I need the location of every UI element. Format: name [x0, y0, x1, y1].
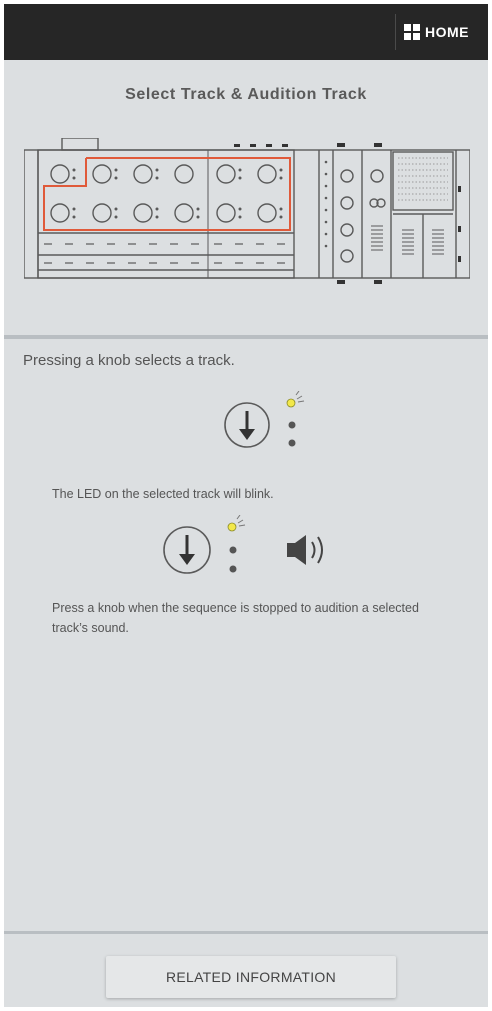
- speaker-icon: [287, 535, 323, 565]
- knob-audition-icon: [163, 515, 323, 574]
- intro-text: Pressing a knob selects a track.: [23, 352, 235, 369]
- app-frame: HOME Select Track & Audition Track Press…: [4, 4, 488, 1007]
- page-title: Select Track & Audition Track: [125, 86, 367, 103]
- topbar-divider: [395, 14, 396, 50]
- section-divider: [4, 335, 488, 339]
- footer-divider: [4, 931, 488, 934]
- led-caption: The LED on the selected track will blink…: [52, 487, 274, 501]
- home-button[interactable]: HOME: [404, 18, 484, 46]
- grid-icon: [404, 24, 420, 40]
- related-information-label: RELATED INFORMATION: [165, 969, 337, 985]
- knob-press-led-icon: [224, 391, 305, 448]
- top-bar: HOME: [4, 4, 488, 60]
- header-section: Select Track & Audition Track: [4, 60, 488, 338]
- home-label: HOME: [425, 24, 469, 40]
- audition-caption: Press a knob when the sequence is stoppe…: [52, 601, 419, 635]
- device-diagram-icon: [24, 138, 470, 284]
- related-information-button[interactable]: RELATED INFORMATION: [106, 956, 396, 998]
